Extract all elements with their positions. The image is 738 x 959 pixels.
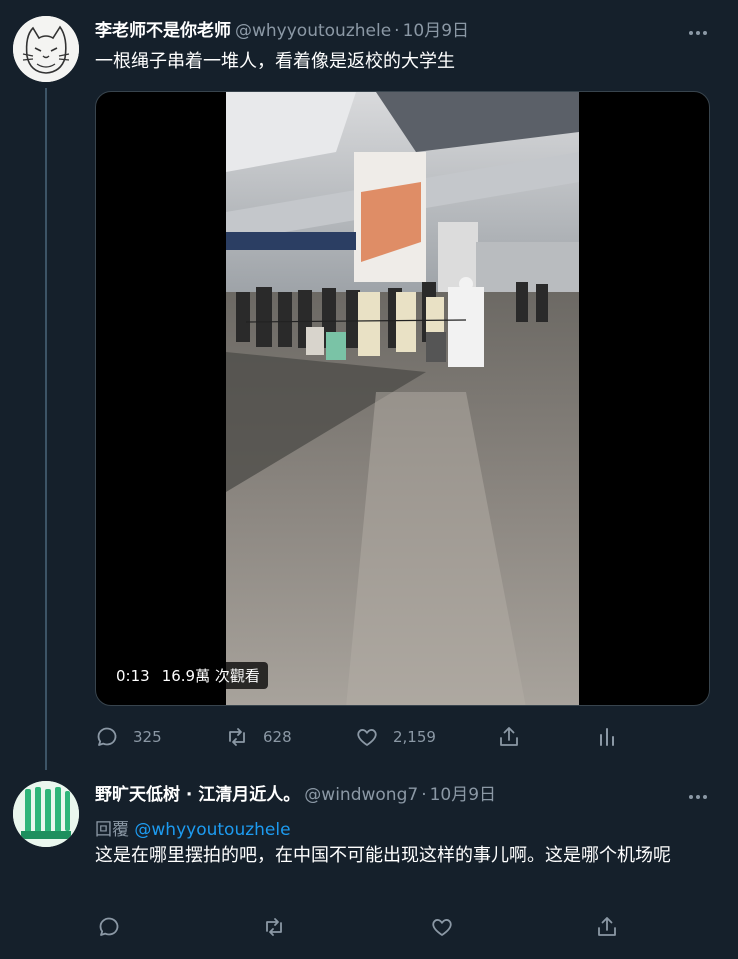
tweet-reply[interactable]: 野旷天低树 · 江清月近人。 @windwong7 · 10月9日 回覆 @whyyo… — [0, 770, 738, 959]
reply-icon — [99, 917, 119, 936]
more-icon-dot — [696, 31, 700, 35]
more-icon-dot — [703, 795, 707, 799]
analytics-button[interactable] — [595, 722, 619, 752]
share-icon — [598, 917, 616, 936]
tweet-date[interactable]: 10月9日 — [430, 785, 496, 805]
retweet-icon — [229, 728, 245, 746]
separator-dot: · — [394, 21, 400, 41]
video-duration: 0:13 — [116, 666, 150, 685]
share-button[interactable] — [497, 722, 521, 752]
separator-dot: · — [421, 785, 427, 805]
more-icon — [689, 795, 693, 799]
reply-prefix: 回覆 — [95, 820, 129, 840]
user-handle[interactable]: @windwong7 — [304, 785, 418, 805]
video-player[interactable]: 0:13 16.9萬 次觀看 — [95, 91, 710, 706]
tweet-header: 李老师不是你老师 @whyyoutouzhele · 10月9日 — [95, 20, 469, 42]
retweet-button[interactable]: 628 — [225, 722, 292, 752]
video-info-badge: 0:13 16.9萬 次觀看 — [108, 662, 268, 689]
more-icon-dot — [703, 31, 707, 35]
retweet-button[interactable] — [262, 912, 286, 942]
retweet-icon — [266, 918, 282, 936]
avatar[interactable] — [13, 781, 79, 847]
green-stripes-avatar-icon — [13, 781, 79, 847]
video-thumbnail-image — [226, 92, 579, 705]
analytics-icon — [600, 728, 614, 746]
reply-button[interactable] — [97, 912, 121, 942]
like-icon — [432, 919, 452, 936]
tweet-date[interactable]: 10月9日 — [403, 21, 469, 41]
reply-icon — [97, 727, 117, 746]
reply-button[interactable]: 325 — [95, 722, 162, 752]
more-options-button[interactable] — [686, 22, 710, 44]
display-name[interactable]: 野旷天低树 · 江清月近人。 — [95, 785, 300, 805]
retweet-count: 628 — [263, 728, 292, 746]
avatar[interactable] — [13, 16, 79, 82]
share-icon — [500, 727, 518, 746]
more-options-button[interactable] — [686, 786, 710, 808]
like-button[interactable]: 2,159 — [355, 722, 436, 752]
like-button[interactable] — [430, 912, 454, 942]
like-count: 2,159 — [393, 728, 436, 746]
display-name[interactable]: 李老师不是你老师 — [95, 21, 231, 41]
more-icon — [689, 31, 693, 35]
tweet-main[interactable]: 李老师不是你老师 @whyyoutouzhele · 10月9日 一根绳子串着一堆人，… — [0, 0, 738, 770]
tweet-header: 野旷天低树 · 江清月近人。 @windwong7 · 10月9日 — [95, 784, 496, 806]
video-frame-airport — [226, 92, 579, 705]
video-views: 16.9萬 次觀看 — [161, 667, 260, 685]
reply-mention-link[interactable]: @whyyoutouzhele — [134, 820, 290, 840]
replying-to: 回覆 @whyyoutouzhele — [95, 815, 291, 840]
cat-sketch-avatar-icon — [13, 16, 79, 82]
tweet-text: 一根绳子串着一堆人，看着像是返校的大学生 — [95, 51, 455, 72]
more-icon-dot — [696, 795, 700, 799]
reply-count: 325 — [133, 728, 162, 746]
tweet-actions-bar — [95, 912, 738, 942]
tweet-text: 这是在哪里摆拍的吧，在中国不可能出现这样的事儿啊。这是哪个机场呢 — [95, 845, 671, 866]
user-handle[interactable]: @whyyoutouzhele — [235, 21, 391, 41]
share-button[interactable] — [595, 912, 619, 942]
thread-connector-line — [45, 88, 47, 770]
like-icon — [357, 729, 377, 746]
tweet-actions-bar: 325 628 2,159 — [95, 722, 738, 752]
